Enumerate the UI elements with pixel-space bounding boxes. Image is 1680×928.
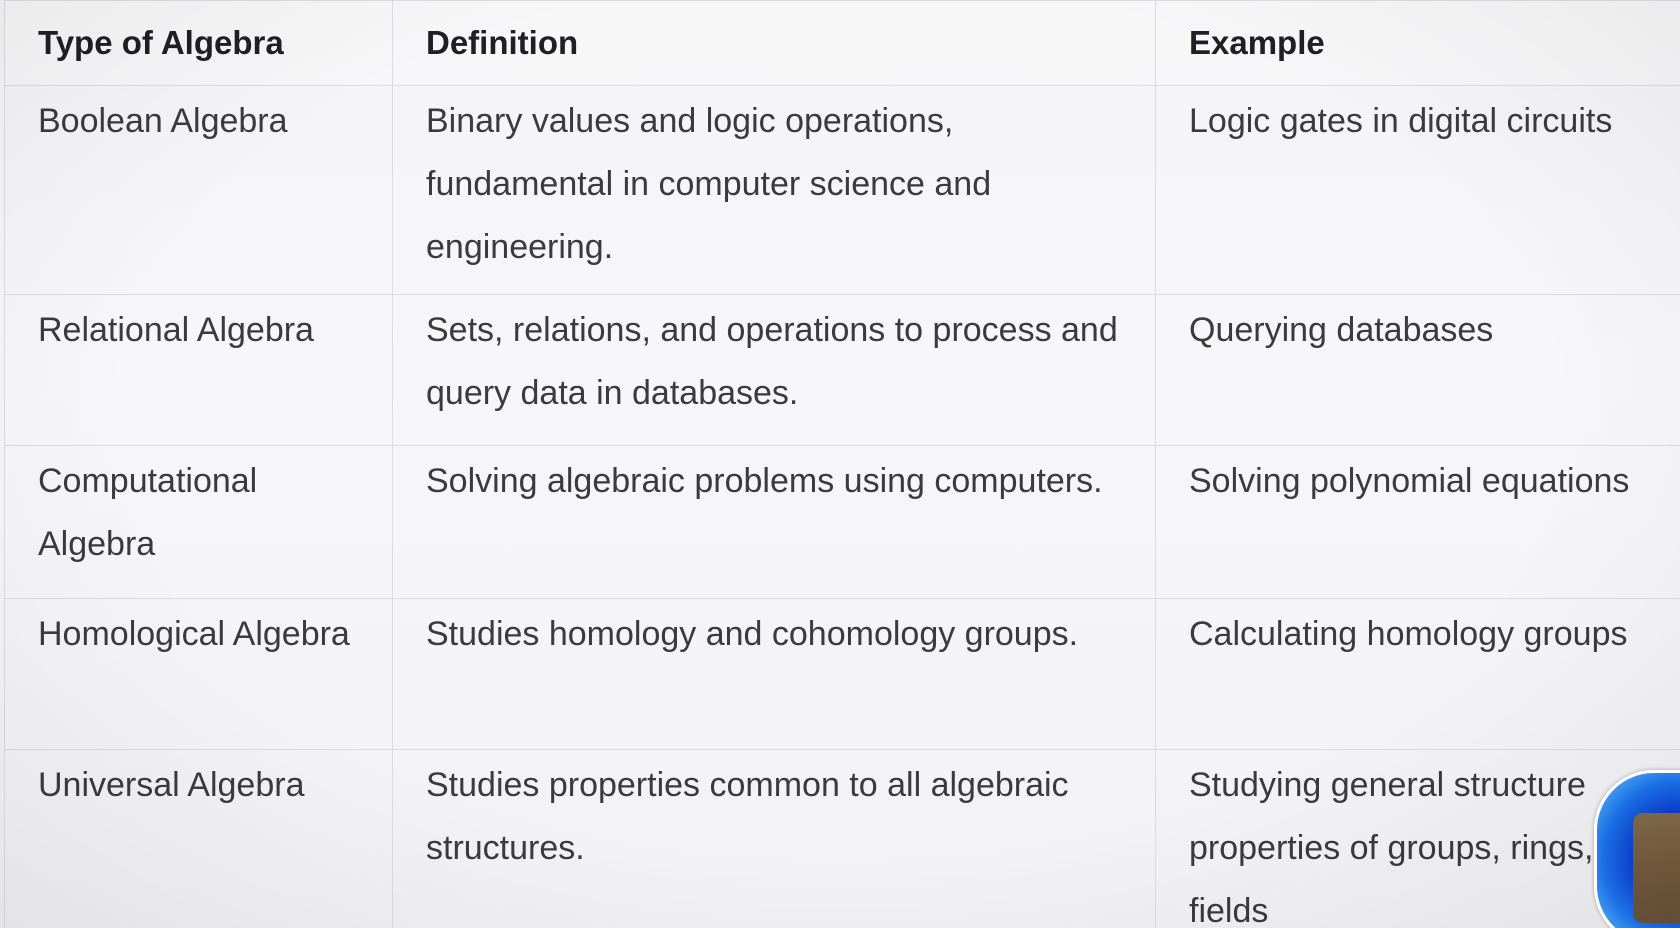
cell-example: Calculating homology groups (1155, 598, 1680, 750)
cell-definition: Solving algebraic problems using compute… (392, 445, 1156, 599)
cell-definition: Sets, relations, and operations to proce… (392, 294, 1156, 446)
video-frame: Type of Algebra Definition Example Boole… (0, 0, 1680, 928)
table-header-row: Type of Algebra Definition Example (4, 0, 1680, 86)
cell-definition: Studies homology and cohomology groups. (392, 598, 1156, 750)
cell-type: Boolean Algebra (4, 85, 393, 295)
presenter-figure (1633, 813, 1680, 923)
cell-type: Universal Algebra (4, 749, 393, 928)
cell-example: Solving polynomial equations (1155, 445, 1680, 599)
table-row: Computational Algebra Solving algebraic … (4, 445, 1680, 599)
table-row: Boolean Algebra Binary values and logic … (4, 85, 1680, 295)
cell-type: Computational Algebra (4, 445, 393, 599)
header-definition: Definition (392, 0, 1156, 86)
table-row: Homological Algebra Studies homology and… (4, 598, 1680, 750)
header-example: Example (1155, 0, 1680, 86)
table-row: Relational Algebra Sets, relations, and … (4, 294, 1680, 446)
cell-type: Homological Algebra (4, 598, 393, 750)
cell-definition: Studies properties common to all algebra… (392, 749, 1156, 928)
table-row: Universal Algebra Studies properties com… (4, 749, 1680, 928)
presenter-avatar (1594, 770, 1680, 928)
cell-definition: Binary values and logic operations, fund… (392, 85, 1156, 295)
algebra-types-table: Type of Algebra Definition Example Boole… (4, 0, 1680, 928)
cell-example: Logic gates in digital circuits (1155, 85, 1680, 295)
header-type: Type of Algebra (4, 0, 393, 86)
cell-type: Relational Algebra (4, 294, 393, 446)
cell-example: Querying databases (1155, 294, 1680, 446)
